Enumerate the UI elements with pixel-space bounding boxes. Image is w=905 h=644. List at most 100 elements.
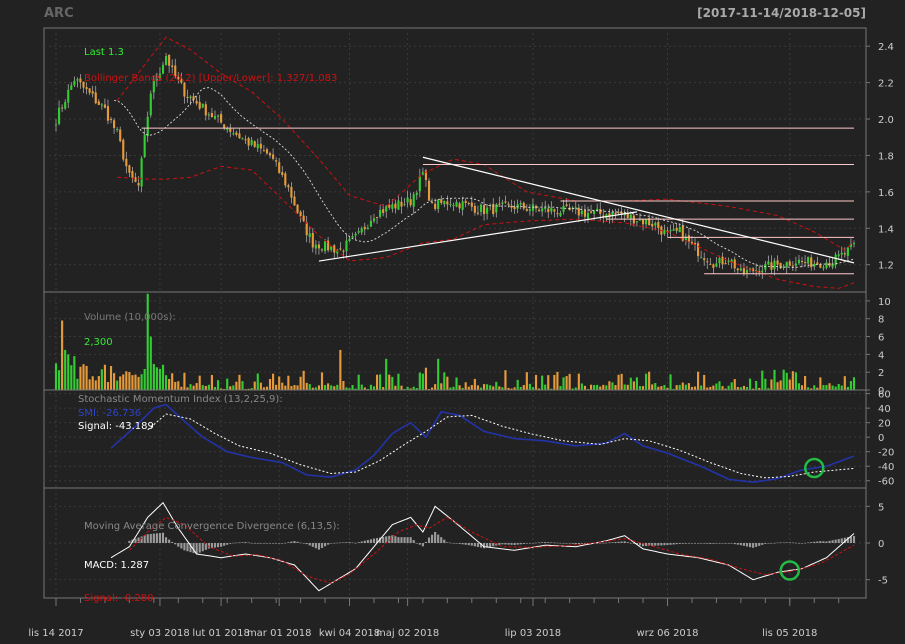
- volume-bar: [675, 385, 678, 390]
- candle-body: [574, 207, 577, 209]
- volume-bar: [73, 356, 76, 390]
- candle-body: [235, 132, 238, 135]
- macd-histogram-bar: [262, 543, 265, 544]
- smi-panel-y-tick-label: -20: [878, 448, 894, 459]
- macd-histogram-bar: [489, 543, 492, 547]
- volume-bar: [216, 380, 220, 390]
- macd-histogram-bar: [773, 542, 776, 544]
- macd-histogram-bar: [849, 536, 853, 543]
- macd-histogram-bar: [382, 536, 385, 543]
- candle-body: [440, 199, 443, 203]
- candle-body: [837, 254, 840, 257]
- candle-body: [510, 205, 513, 208]
- volume-bar: [773, 369, 776, 390]
- candle-body: [103, 104, 106, 108]
- volume-bar: [770, 379, 773, 390]
- candle-body: [482, 205, 486, 215]
- volume-bar: [721, 386, 724, 390]
- volume-panel-y-tick-label: 6: [878, 333, 884, 344]
- candle-body: [687, 235, 690, 242]
- smi-panel-y-tick-label: -40: [878, 462, 894, 473]
- macd-histogram-bar: [369, 539, 372, 543]
- volume-bar: [82, 364, 85, 390]
- candle-body: [470, 202, 473, 207]
- macd-histogram-bar: [813, 541, 816, 543]
- volume-bar: [210, 374, 214, 390]
- macd-panel: -5 0 5: [43, 487, 888, 599]
- volume-bar: [577, 373, 580, 390]
- macd-histogram-bar: [816, 541, 819, 543]
- volume-bar: [327, 383, 330, 390]
- macd-histogram-bar: [736, 543, 739, 545]
- volume-bar: [235, 381, 238, 390]
- volume-bar: [253, 381, 256, 390]
- x-axis: lis 14 2017 sty 03 2018 lut 01 2018mar 01 …: [28, 597, 866, 639]
- volume-bar: [94, 380, 97, 390]
- volume-bar: [528, 383, 531, 390]
- macd-histogram-bar: [210, 543, 214, 549]
- volume-bar: [137, 376, 140, 390]
- candle-body: [299, 211, 302, 216]
- macd-histogram-bar: [571, 543, 574, 544]
- candle-body: [311, 233, 314, 248]
- candle-body: [418, 175, 421, 192]
- volume-bar: [171, 373, 174, 390]
- volume-bar: [556, 371, 559, 390]
- candle-body: [140, 158, 143, 187]
- volume-bar: [299, 376, 302, 390]
- candle-body: [776, 260, 779, 265]
- macd-histogram-bar: [752, 543, 755, 548]
- candle-body: [669, 230, 672, 232]
- candle-body: [323, 241, 327, 252]
- volume-bar: [641, 386, 645, 390]
- candle-body: [492, 204, 495, 215]
- volume-bar: [583, 385, 587, 390]
- candle-body: [547, 208, 550, 213]
- volume-bar: [794, 372, 797, 390]
- volume-bar: [559, 386, 562, 390]
- candle-body: [807, 256, 810, 264]
- macd-histogram-bar: [268, 543, 272, 544]
- volume-bar: [391, 376, 394, 390]
- volume-bar: [284, 385, 287, 390]
- candle-body: [513, 206, 516, 210]
- macd-histogram-bar: [213, 543, 217, 548]
- macd-histogram-bar: [767, 543, 770, 544]
- x-tick-label: lis 14 2017: [28, 628, 83, 639]
- volume-bar: [700, 385, 703, 390]
- volume-bar: [696, 371, 700, 390]
- macd-histogram-bar: [620, 541, 623, 543]
- volume-bar: [516, 379, 519, 390]
- x-tick-label: wrz 06 2018: [636, 628, 698, 639]
- candle-body: [91, 91, 94, 94]
- macd-histogram-bar: [351, 542, 354, 544]
- candle-body: [712, 264, 715, 268]
- volume-bar: [534, 374, 538, 390]
- macd-histogram-bar: [186, 543, 189, 552]
- candle-body: [635, 221, 638, 223]
- volume-bar: [320, 372, 324, 390]
- volume-bar: [804, 376, 807, 390]
- candle-body: [794, 263, 797, 266]
- candle-body: [797, 259, 801, 264]
- candle-body: [79, 78, 82, 83]
- volume-bar: [155, 367, 158, 390]
- candle-body: [678, 226, 681, 233]
- macd-histogram-bar: [198, 543, 201, 553]
- macd-histogram-bar: [146, 534, 149, 543]
- volume-bar: [565, 376, 568, 390]
- candle-body: [406, 197, 409, 203]
- candle-body: [599, 209, 602, 214]
- chart-canvas: ARC [2017-11-14/2018-12-05] 1.2 1.4 1.6 1.8…: [28, 6, 894, 639]
- volume-bar: [158, 368, 162, 390]
- macd-histogram-bar: [415, 543, 418, 544]
- volume-bar: [91, 376, 94, 390]
- macd-histogram-bar: [348, 542, 351, 543]
- macd-panel-y-tick-label: 0: [878, 539, 884, 550]
- volume-bar: [831, 385, 834, 390]
- macd-histogram-bar: [599, 542, 602, 544]
- macd-histogram-bar: [272, 543, 275, 544]
- volume-bar: [473, 378, 476, 390]
- candle-body: [164, 56, 168, 66]
- macd-histogram-bar: [626, 542, 629, 543]
